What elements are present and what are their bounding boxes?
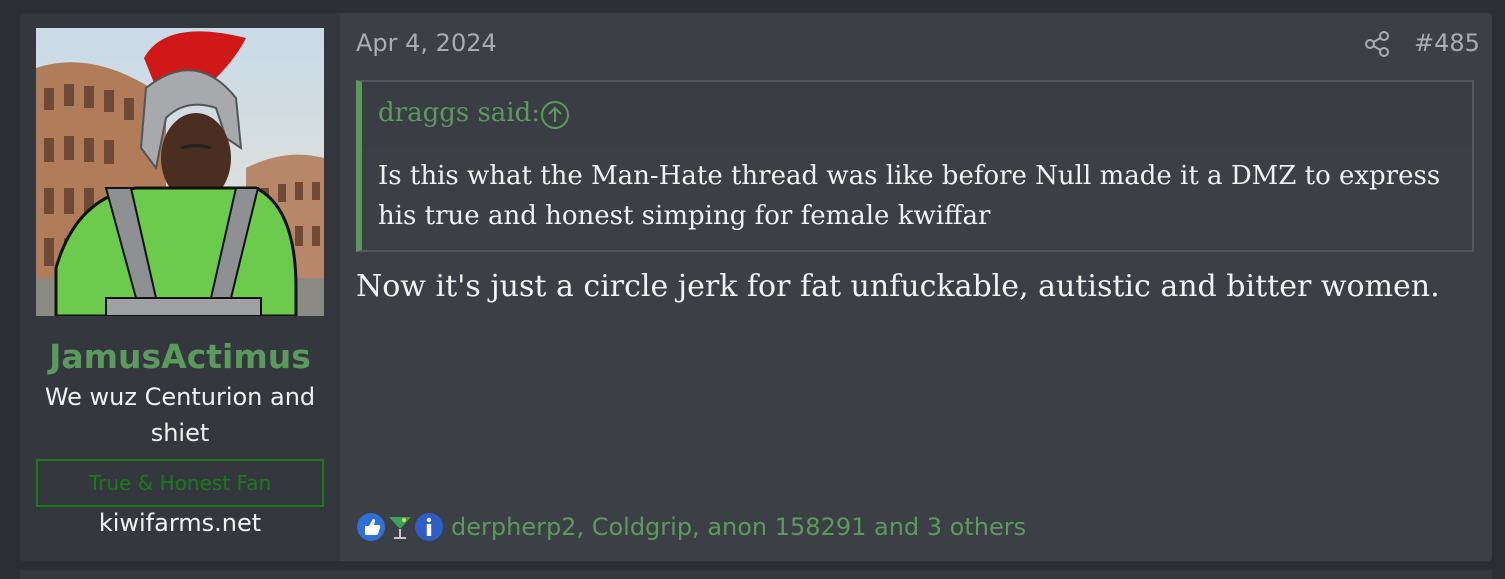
- next-post-edge: [20, 570, 1492, 579]
- share-icon[interactable]: [1362, 29, 1392, 59]
- post-number[interactable]: #485: [1414, 29, 1480, 57]
- user-banner: True & Honest Fan: [36, 459, 324, 507]
- previous-post-edge: [0, 0, 1505, 12]
- quote-author[interactable]: draggs said:: [378, 98, 540, 128]
- post: JamusActimus We wuz Centurion and shiet …: [20, 13, 1492, 561]
- quote-text: Is this what the Man-Hate thread was lik…: [378, 161, 1441, 231]
- user-title: We wuz Centurion and shiet: [44, 383, 316, 447]
- arrow-up-circle-icon[interactable]: [540, 100, 570, 130]
- reaction-users[interactable]: derpherp2, Coldgrip, anon 158291 and 3 o…: [451, 513, 1026, 541]
- post-date[interactable]: Apr 4, 2024: [356, 29, 497, 57]
- username[interactable]: JamusActimus: [20, 337, 340, 376]
- message-body: Now it's just a circle jerk for fat unfu…: [356, 269, 1440, 304]
- user-site: kiwifarms.net: [98, 509, 262, 537]
- cocktail-icon[interactable]: [385, 512, 415, 542]
- reactions-bar[interactable]: derpherp2, Coldgrip, anon 158291 and 3 o…: [356, 509, 1026, 545]
- avatar[interactable]: [36, 28, 324, 316]
- user-column: JamusActimus We wuz Centurion and shiet …: [20, 13, 340, 561]
- thumbs-up-icon[interactable]: [356, 512, 386, 542]
- quote-block: draggs said: Is this what the Man-Hate t…: [356, 80, 1474, 252]
- quote-header: draggs said:: [362, 82, 1472, 148]
- avatar-image: [36, 28, 324, 316]
- info-icon[interactable]: [414, 512, 444, 542]
